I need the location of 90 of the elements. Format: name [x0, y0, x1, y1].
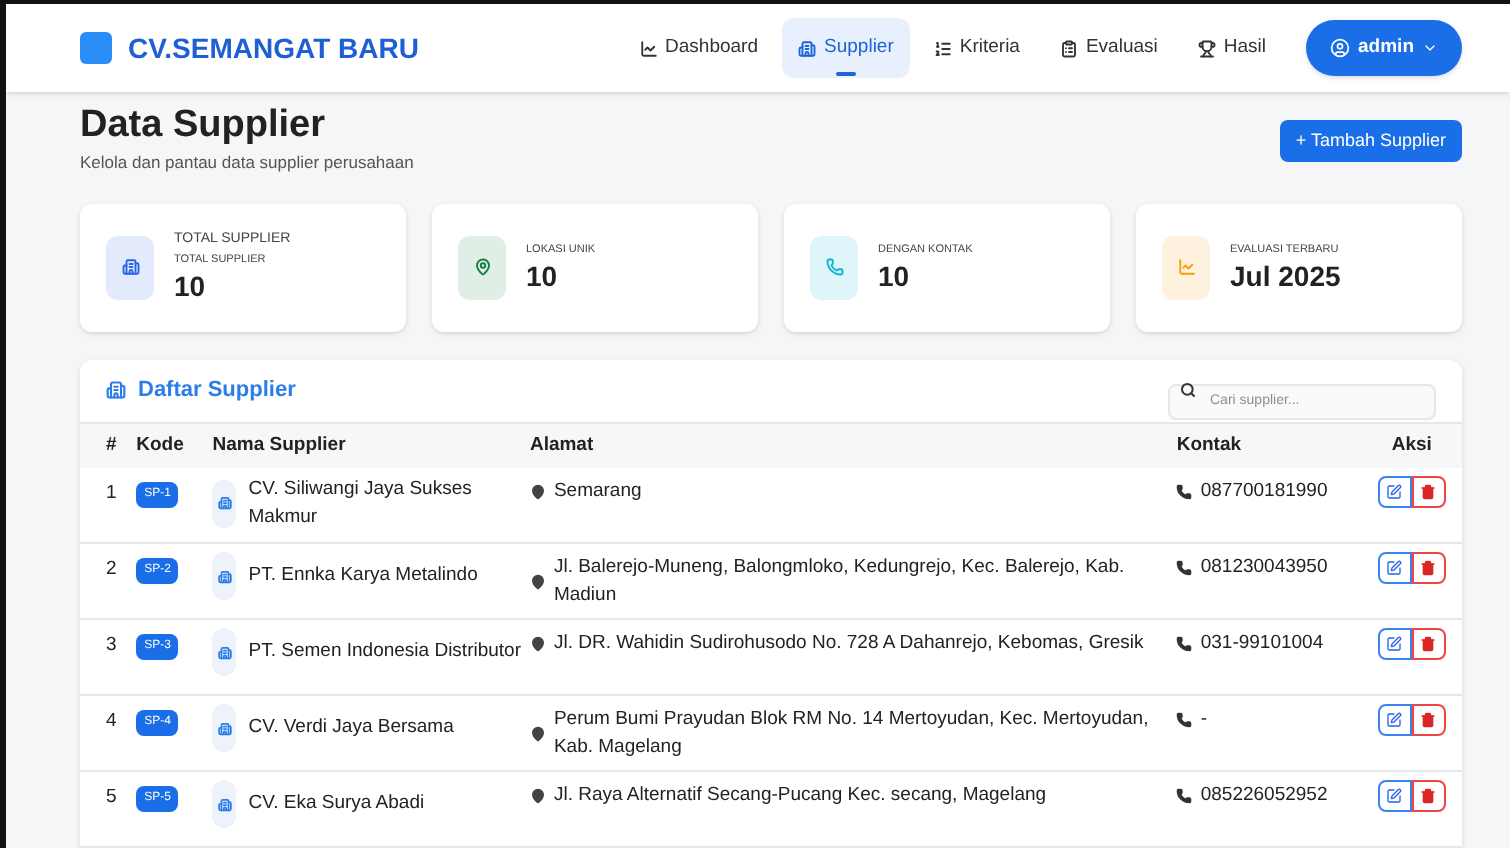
edit-button[interactable] — [1377, 704, 1412, 737]
row-number: 5 — [106, 786, 117, 809]
nav-link[interactable]: Dashboard — [623, 18, 775, 78]
row-number: 2 — [106, 558, 117, 581]
supplier-name: PT. Ennka Karya Metalindo — [248, 562, 478, 591]
chart-icon — [639, 39, 658, 57]
edit-icon — [1386, 483, 1403, 500]
pin-icon — [529, 726, 546, 743]
edit-icon — [1386, 560, 1403, 577]
supplier-contact: 081230043950 — [1200, 554, 1328, 583]
page-title: Data Supplier — [80, 102, 327, 150]
column-header: # — [106, 433, 117, 456]
edit-button[interactable] — [1377, 552, 1412, 585]
list-icon — [933, 39, 952, 57]
row-number: 3 — [106, 634, 117, 657]
delete-button[interactable] — [1411, 780, 1446, 813]
trophy-icon — [1197, 39, 1216, 57]
building-icon — [212, 552, 237, 601]
phone-icon — [1176, 788, 1193, 805]
trash-icon — [1420, 560, 1437, 577]
row-number: 4 — [106, 710, 117, 733]
supplier-contact: 031-99101004 — [1200, 630, 1324, 659]
supplier-name: CV. Siliwangi Jaya Sukses Makmur — [248, 475, 474, 532]
stat-value: Jul 2025 — [1230, 257, 1341, 294]
phone-icon — [1176, 636, 1193, 653]
supplier-address: Semarang — [553, 477, 642, 506]
user-menu-button[interactable]: admin — [1306, 20, 1462, 76]
supplier-contact: - — [1200, 706, 1208, 735]
edit-button[interactable] — [1377, 780, 1412, 813]
stat-value: 10 — [174, 268, 208, 305]
supplier-contact: 085226052952 — [1200, 782, 1328, 811]
pin-icon — [529, 483, 546, 500]
logo-icon — [80, 32, 112, 64]
supplier-contact: 087700181990 — [1200, 477, 1328, 506]
trash-icon — [1420, 636, 1437, 653]
column-header: Nama Supplier — [212, 433, 346, 456]
phone-icon — [1176, 712, 1193, 729]
column-header: Kode — [136, 433, 184, 456]
nav-link[interactable]: Hasil — [1181, 18, 1283, 78]
building-icon — [212, 628, 237, 677]
trash-icon — [1420, 788, 1437, 805]
pin-icon — [529, 788, 546, 805]
building-icon — [212, 704, 237, 753]
building-icon — [212, 780, 237, 829]
pin-icon — [473, 258, 491, 277]
table-title: Daftar Supplier — [138, 376, 296, 406]
pin-icon — [529, 574, 546, 591]
row-number: 1 — [106, 481, 117, 504]
phone-icon — [825, 258, 843, 277]
edit-icon — [1386, 636, 1403, 653]
phone-icon — [1176, 483, 1193, 500]
building-icon — [798, 39, 817, 57]
caret-icon — [1422, 40, 1438, 56]
building-icon — [212, 479, 237, 528]
supplier-name: CV. Verdi Jaya Bersama — [248, 714, 454, 743]
edit-button[interactable] — [1377, 475, 1412, 508]
supplier-address: Perum Bumi Prayudan Blok RM No. 14 Mertoyudan, Kec. Mertoyudan, Kab. Magelang — [553, 706, 1151, 763]
chart-icon — [1177, 258, 1195, 277]
brand-name: CV.SEMANGAT BARU — [128, 29, 419, 67]
nav-link[interactable]: Kriteria — [917, 18, 1036, 78]
phone-icon — [1176, 560, 1193, 577]
supplier-name: CV. Eka Surya Abadi — [248, 790, 425, 819]
column-header: Aksi — [1391, 433, 1432, 456]
stat-value: 10 — [526, 257, 560, 294]
pin-icon — [529, 636, 546, 653]
trash-icon — [1420, 483, 1437, 500]
page-subtitle: Kelola dan pantau data supplier perusahaan — [80, 150, 414, 176]
add-supplier-button[interactable]: + Tambah Supplier — [1279, 120, 1462, 162]
edit-icon — [1386, 788, 1403, 805]
supplier-name: PT. Semen Indonesia Distributor — [248, 638, 521, 667]
nav-link[interactable]: Supplier — [782, 18, 910, 78]
building-icon — [106, 380, 126, 401]
nav-link[interactable]: Evaluasi — [1043, 18, 1174, 78]
delete-button[interactable] — [1411, 628, 1446, 661]
column-header: Kontak — [1176, 433, 1242, 456]
clipboard-icon — [1059, 39, 1078, 57]
supplier-address: Jl. DR. Wahidin Sudirohusodo No. 728 A Dahanrejo, Kebomas, Gresik — [553, 630, 1144, 659]
supplier-address: Jl. Balerejo-Muneng, Balongmloko, Kedungrejo, Kec. Balerejo, Kab. Madiun — [553, 554, 1127, 611]
stat-value: 10 — [878, 257, 912, 294]
search-icon — [1180, 382, 1196, 399]
delete-button[interactable] — [1411, 704, 1446, 737]
user-icon — [1330, 38, 1351, 58]
building-icon — [121, 258, 139, 277]
edit-button[interactable] — [1377, 628, 1412, 661]
column-header: Alamat — [529, 433, 594, 456]
trash-icon — [1420, 712, 1437, 729]
delete-button[interactable] — [1411, 552, 1446, 585]
edit-icon — [1386, 712, 1403, 729]
delete-button[interactable] — [1411, 475, 1446, 508]
supplier-address: Jl. Raya Alternatif Secang-Pucang Kec. secang, Magelang — [553, 782, 1047, 811]
